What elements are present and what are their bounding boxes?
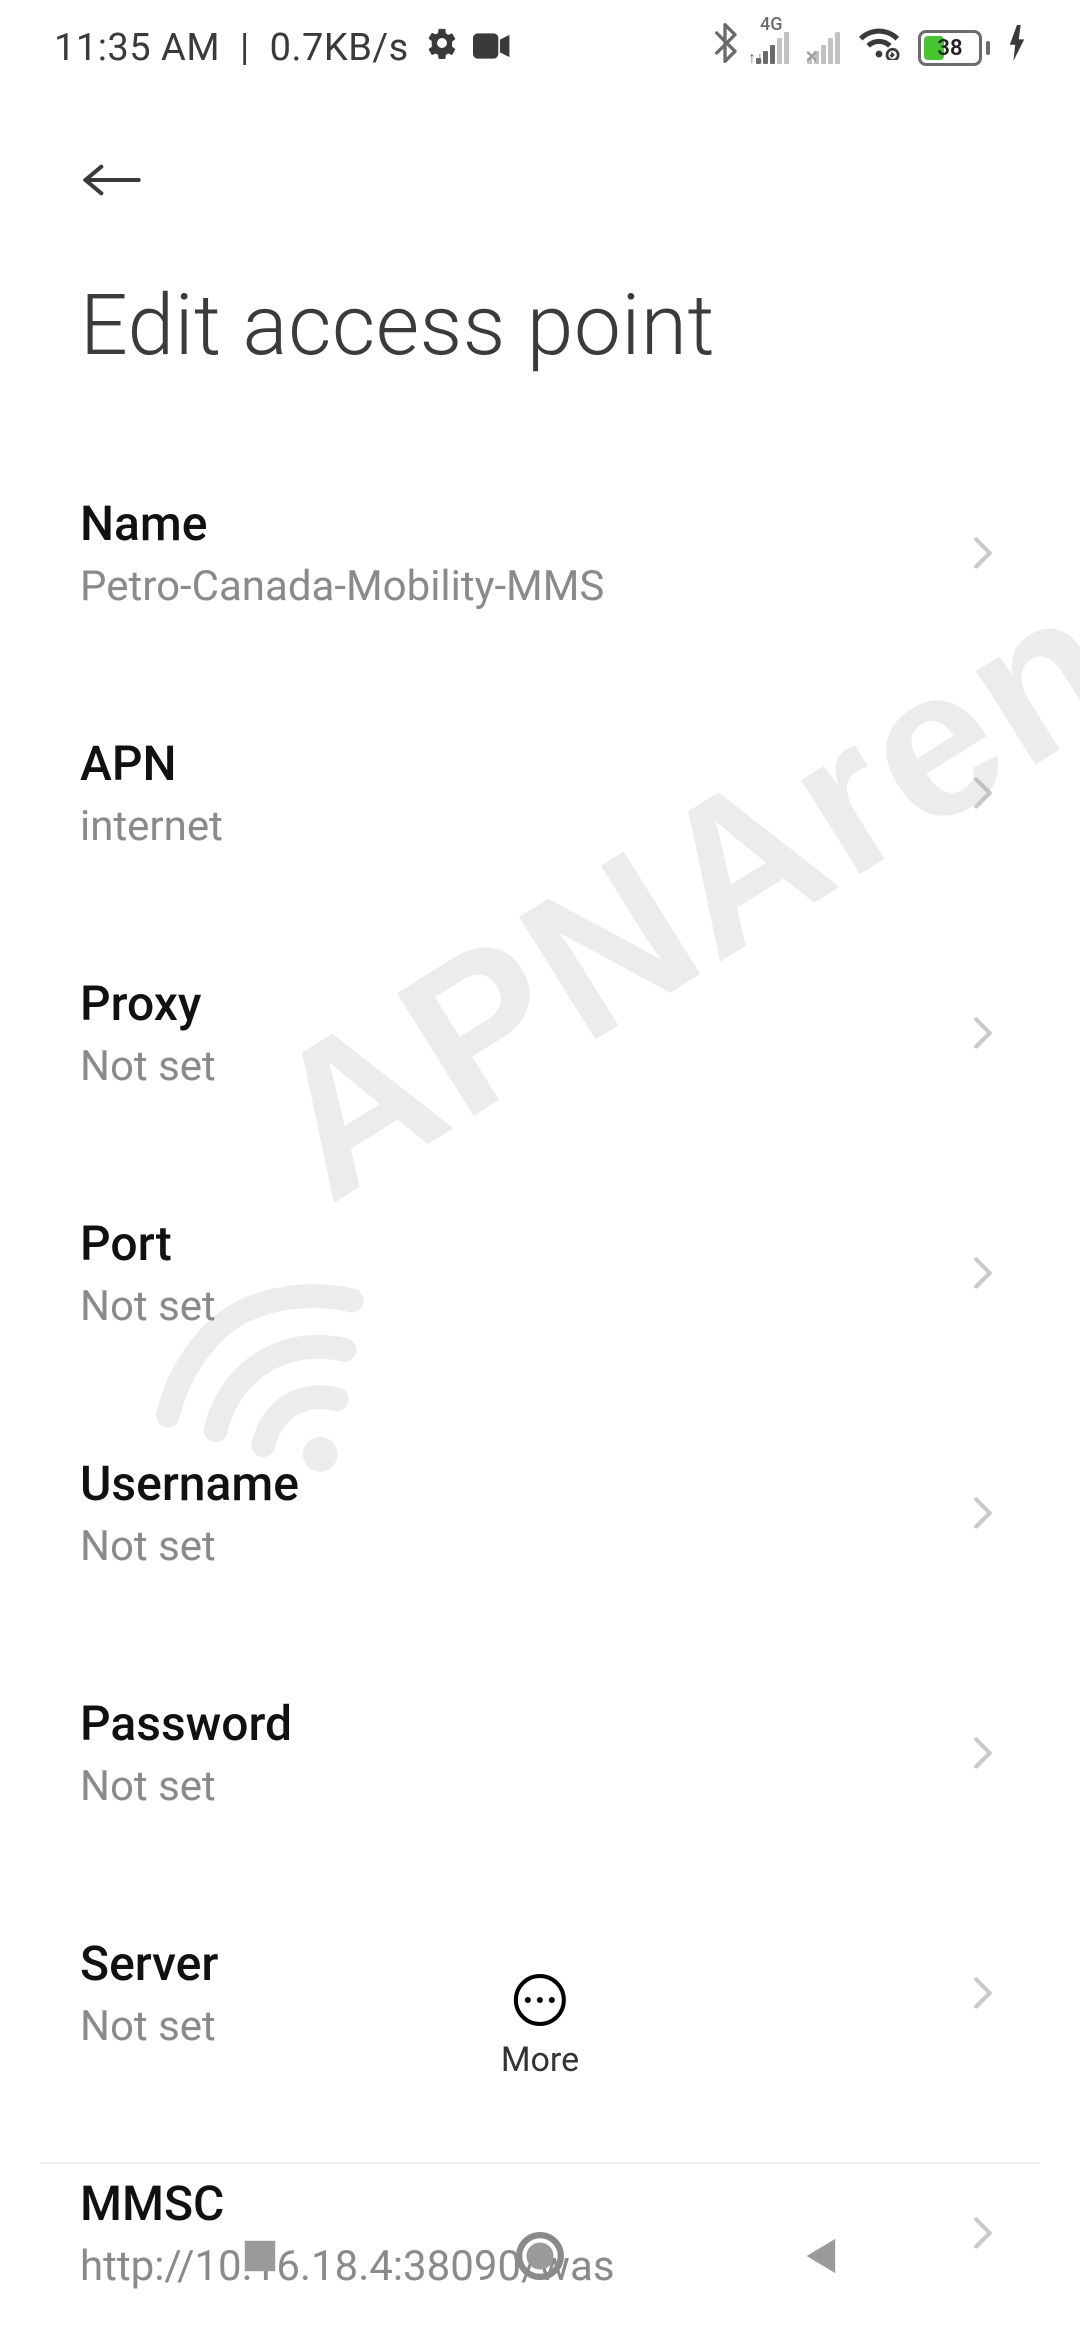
chevron-right-icon — [966, 1016, 1000, 1050]
row-value: Not set — [80, 1762, 292, 1811]
status-time: 11:35 AM — [54, 26, 220, 70]
apn-row-password[interactable]: Password Not set — [80, 1665, 1000, 1867]
apn-row-apn[interactable]: APN internet — [80, 705, 1000, 907]
row-value: Not set — [80, 2002, 218, 2051]
nav-back-button[interactable] — [790, 2226, 850, 2286]
video-icon — [473, 26, 511, 70]
row-label: Username — [80, 1455, 299, 1512]
row-label: Proxy — [80, 975, 216, 1032]
nav-home-button[interactable] — [510, 2226, 570, 2286]
signal-2-icon: ✕ — [807, 32, 840, 64]
nav-recent-button[interactable] — [230, 2226, 290, 2286]
row-value: Not set — [80, 1282, 216, 1331]
wifi-icon — [858, 26, 900, 70]
row-value: Petro-Canada-Mobility-MMS — [80, 562, 604, 611]
bluetooth-icon — [712, 23, 738, 73]
charging-icon — [1008, 25, 1026, 71]
row-label: Server — [80, 1935, 218, 1992]
gear-icon — [425, 26, 459, 70]
back-button[interactable] — [80, 148, 144, 212]
nav-bar — [0, 2172, 1080, 2340]
apn-row-username[interactable]: Username Not set — [80, 1425, 1000, 1627]
bottom-divider — [40, 2162, 1040, 2164]
row-value: Not set — [80, 1042, 216, 1091]
chevron-right-icon — [966, 1736, 1000, 1770]
apn-row-port[interactable]: Port Not set — [80, 1185, 1000, 1387]
row-value: Not set — [80, 1522, 299, 1571]
status-separator: | — [230, 26, 260, 70]
apn-row-proxy[interactable]: Proxy Not set — [80, 945, 1000, 1147]
chevron-right-icon — [966, 1976, 1000, 2010]
row-value: internet — [80, 802, 223, 851]
row-label: APN — [80, 735, 223, 792]
row-label: Port — [80, 1215, 216, 1272]
chevron-right-icon — [966, 776, 1000, 810]
battery-icon: 38 — [918, 30, 990, 66]
signal-1-icon: 4G ↑↓ — [756, 32, 789, 64]
more-button[interactable]: More — [501, 1974, 579, 2080]
status-speed: 0.7KB/s — [270, 26, 409, 70]
chevron-right-icon — [966, 536, 1000, 570]
chevron-right-icon — [966, 1256, 1000, 1290]
apn-row-name[interactable]: Name Petro-Canada-Mobility-MMS — [80, 465, 1000, 667]
page-title: Edit access point — [80, 276, 1000, 375]
more-label: More — [501, 2040, 579, 2080]
status-bar: 11:35 AM | 0.7KB/s 4G ↑↓ ✕ 38 — [0, 0, 1080, 96]
row-label: Name — [80, 495, 604, 552]
more-icon — [514, 1974, 566, 2026]
row-label: Password — [80, 1695, 292, 1752]
chevron-right-icon — [966, 1496, 1000, 1530]
